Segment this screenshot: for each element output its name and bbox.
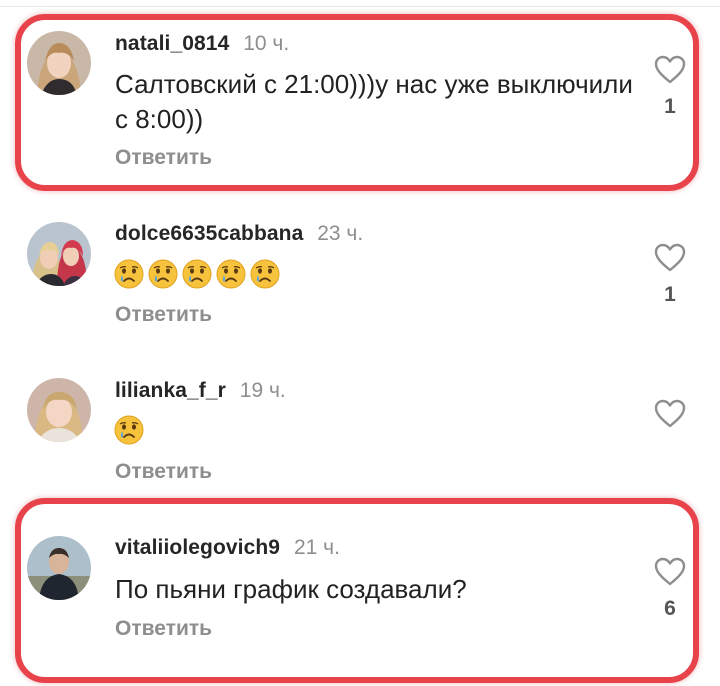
heart-outline-icon[interactable] bbox=[654, 55, 686, 85]
comment-meta: dolce6635cabbana 23 ч. bbox=[115, 222, 363, 246]
comment-emoji-text bbox=[113, 258, 281, 290]
like-control bbox=[650, 399, 690, 439]
comment-timestamp: 21 ч. bbox=[293, 536, 340, 559]
crying-face-icon bbox=[114, 415, 144, 445]
crying-face-icon bbox=[216, 259, 246, 289]
heart-outline-icon[interactable] bbox=[654, 399, 686, 429]
reply-button[interactable]: Ответить bbox=[115, 460, 212, 484]
comment-emoji-text bbox=[113, 414, 145, 446]
heart-outline-icon[interactable] bbox=[654, 557, 686, 587]
reply-button[interactable]: Ответить bbox=[115, 146, 212, 170]
like-control: 6 bbox=[650, 557, 690, 621]
crying-face-icon bbox=[250, 259, 280, 289]
comment-meta: natali_0814 10 ч. bbox=[115, 32, 289, 56]
comments-page: natali_0814 10 ч. Салтовский с 21:00)))у… bbox=[0, 0, 720, 686]
two-women-avatar-image bbox=[27, 222, 91, 286]
comment-timestamp: 23 ч. bbox=[317, 222, 364, 245]
avatar[interactable] bbox=[27, 536, 91, 600]
comment-timestamp: 19 ч. bbox=[239, 379, 286, 402]
username-link[interactable]: lilianka_f_r bbox=[115, 379, 226, 402]
like-count: 1 bbox=[664, 283, 676, 306]
avatar[interactable] bbox=[27, 31, 91, 95]
woman-avatar-image bbox=[27, 378, 91, 442]
man-avatar-image bbox=[27, 536, 91, 600]
divider bbox=[0, 0, 720, 7]
reply-button[interactable]: Ответить bbox=[115, 303, 212, 327]
reply-button[interactable]: Ответить bbox=[115, 617, 212, 641]
comment-timestamp: 10 ч. bbox=[243, 32, 290, 55]
username-link[interactable]: vitaliiolegovich9 bbox=[115, 536, 280, 559]
comment-meta: vitaliiolegovich9 21 ч. bbox=[115, 536, 340, 560]
crying-face-icon bbox=[182, 259, 212, 289]
username-link[interactable]: natali_0814 bbox=[115, 32, 229, 55]
crying-face-icon bbox=[148, 259, 178, 289]
like-count: 6 bbox=[664, 597, 676, 620]
avatar[interactable] bbox=[27, 378, 91, 442]
like-control: 1 bbox=[650, 243, 690, 307]
woman-blonde-avatar-image bbox=[27, 31, 91, 95]
comment-meta: lilianka_f_r 19 ч. bbox=[115, 379, 286, 403]
like-count: 1 bbox=[664, 95, 676, 118]
comment-text: Салтовский с 21:00)))у нас уже выключили… bbox=[115, 69, 633, 134]
avatar[interactable] bbox=[27, 222, 91, 286]
username-link[interactable]: dolce6635cabbana bbox=[115, 222, 303, 245]
comment-text: По пьяни график создавали? bbox=[115, 574, 467, 604]
like-control: 1 bbox=[650, 55, 690, 119]
crying-face-icon bbox=[114, 259, 144, 289]
heart-outline-icon[interactable] bbox=[654, 243, 686, 273]
